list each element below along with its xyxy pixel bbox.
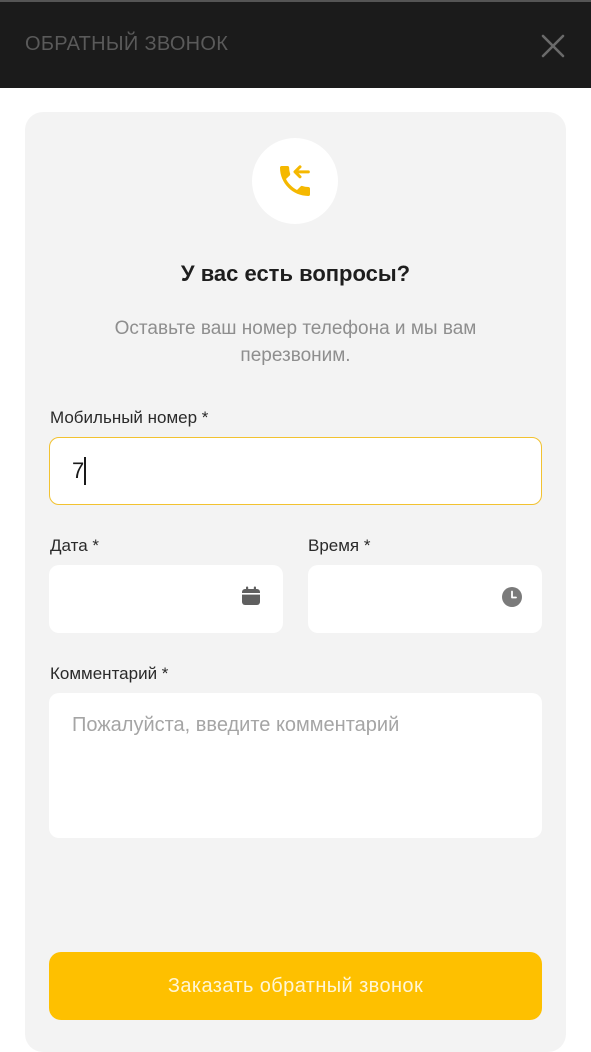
header-title: ОБРАТНЫЙ ЗВОНОК (25, 33, 229, 55)
calendar-icon[interactable] (240, 585, 262, 607)
phone-callback-icon (280, 165, 310, 196)
time-label: Время * (308, 536, 371, 555)
comment-textarea[interactable]: Пожалуйста, введите комментарий (49, 693, 542, 838)
close-button[interactable] (537, 30, 569, 62)
time-input[interactable] (308, 565, 542, 633)
phone-input-value: 7 (72, 458, 85, 483)
comment-label: Комментарий * (50, 664, 169, 683)
date-label: Дата * (50, 536, 99, 555)
comment-placeholder: Пожалуйста, введите комментарий (72, 714, 400, 736)
submit-callback-button[interactable]: Заказать обратный звонок (49, 952, 542, 1020)
phone-label: Мобильный номер * (50, 408, 209, 427)
clock-icon[interactable] (501, 586, 523, 608)
date-input[interactable] (49, 565, 283, 633)
text-caret (84, 457, 86, 485)
phone-icon-badge (252, 138, 338, 224)
intro-heading: У вас есть вопросы? (180, 261, 411, 286)
close-icon (541, 34, 565, 58)
phone-input[interactable]: 7 (49, 437, 542, 505)
intro-subtext: Оставьте ваш номер телефона и мы вам пер… (114, 318, 477, 366)
header-bar: ОБРАТНЫЙ ЗВОНОК (0, 0, 591, 88)
